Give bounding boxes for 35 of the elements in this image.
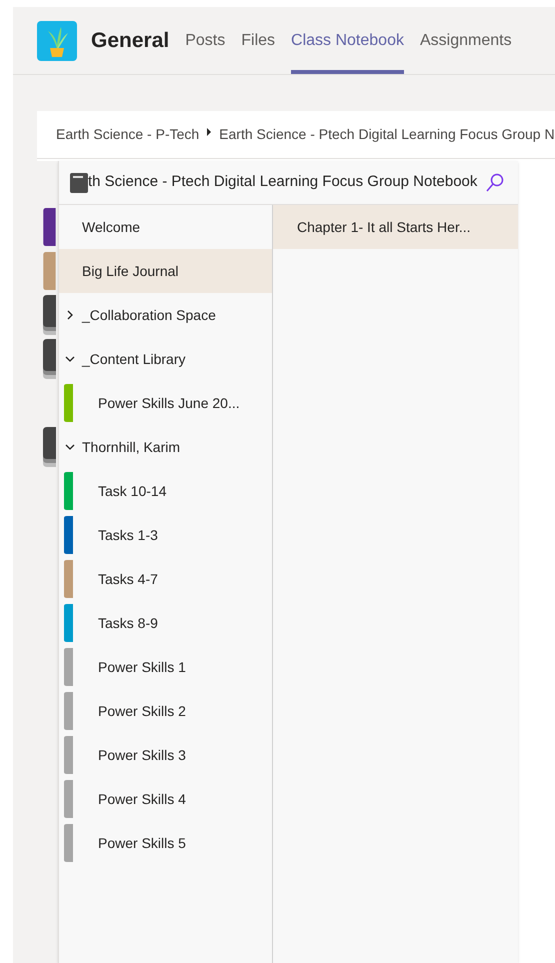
search-icon[interactable] bbox=[486, 172, 504, 192]
section-item[interactable]: Power Skills 2 bbox=[59, 689, 272, 733]
section-item[interactable]: Power Skills 3 bbox=[59, 733, 272, 777]
caret-icon bbox=[206, 126, 212, 136]
section-group-tab-icon bbox=[42, 427, 56, 467]
section-item[interactable]: Big Life Journal bbox=[59, 249, 272, 293]
section-item[interactable]: Power Skills 1 bbox=[59, 645, 272, 689]
channel-title: General bbox=[91, 28, 170, 54]
tab[interactable]: Posts bbox=[185, 7, 226, 74]
tab[interactable]: Files bbox=[241, 7, 276, 74]
section-item[interactable]: Task 10-14 bbox=[59, 469, 272, 513]
section-item[interactable]: Tasks 4-7 bbox=[59, 557, 272, 601]
page-item[interactable]: Chapter 1- It all Starts Her... bbox=[273, 205, 518, 249]
notebook-header[interactable]: th Science - Ptech Digital Learning Focus Group Notebook bbox=[59, 161, 518, 205]
section-group-item[interactable]: _Collaboration Space bbox=[59, 293, 272, 337]
section-item[interactable]: Power Skills 4 bbox=[59, 777, 272, 821]
notebook-icon bbox=[69, 172, 89, 194]
chevron-right-icon bbox=[65, 310, 75, 320]
section-item[interactable]: Tasks 1-3 bbox=[59, 513, 272, 557]
chevron-down-icon bbox=[65, 442, 75, 452]
chevron-down-icon bbox=[65, 354, 75, 364]
section-group-item[interactable]: _Content Library bbox=[59, 337, 272, 381]
section-group-tab-icon bbox=[42, 339, 56, 379]
tab[interactable]: Assignments bbox=[420, 7, 512, 74]
section-item[interactable]: Power Skills 5 bbox=[59, 821, 272, 865]
section-item[interactable]: Tasks 8-9 bbox=[59, 601, 272, 645]
section-group-tab-icon bbox=[42, 295, 56, 335]
breadcrumb-link[interactable]: Earth Science - P-Tech bbox=[56, 124, 200, 145]
notebook-title: th Science - Ptech Digital Learning Focus Group Notebook bbox=[88, 172, 478, 192]
tab[interactable]: Class Notebook bbox=[291, 7, 404, 74]
section-group-item[interactable]: Thornhill, Karim bbox=[59, 425, 272, 469]
section-item[interactable]: Power Skills June 20... bbox=[59, 381, 272, 425]
plant-logo-icon bbox=[37, 20, 77, 60]
section-item[interactable]: Welcome bbox=[59, 205, 272, 249]
breadcrumb-link[interactable]: Earth Science - Ptech Digital Learning Focus Group N bbox=[219, 124, 555, 145]
